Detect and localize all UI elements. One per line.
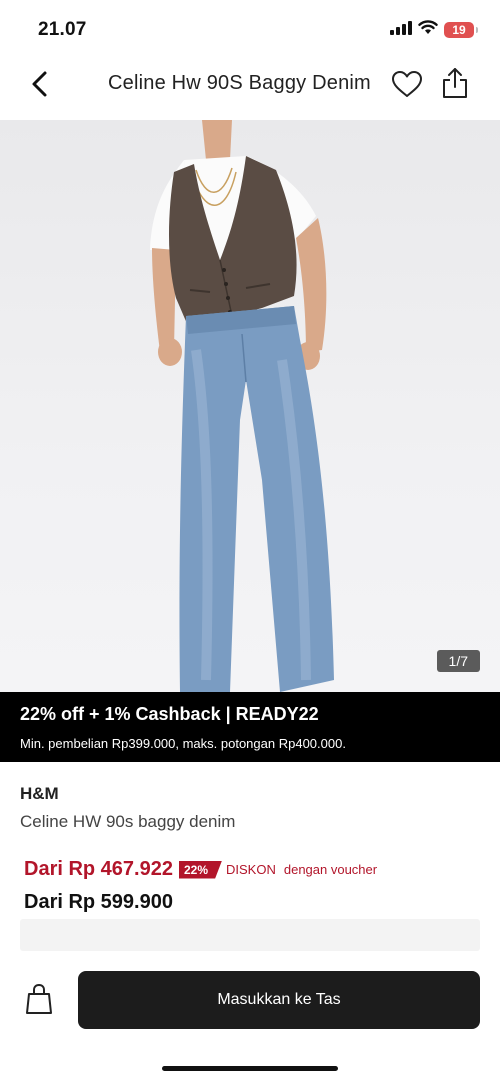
chevron-left-icon — [30, 70, 50, 103]
share-button[interactable] — [437, 66, 473, 104]
back-button[interactable] — [22, 68, 58, 104]
app-header: Celine Hw 90S Baggy Denim — [0, 56, 500, 120]
status-time: 21.07 — [38, 19, 87, 40]
home-indicator[interactable] — [162, 1066, 338, 1071]
discount-label: DISKON — [226, 862, 276, 877]
page-title: Celine Hw 90S Baggy Denim — [108, 72, 371, 94]
regular-price: Dari Rp 599.900 — [24, 891, 173, 913]
voucher-label: dengan voucher — [283, 862, 378, 877]
product-name: Celine HW 90s baggy denim — [20, 812, 236, 831]
status-icons: 19 — [390, 20, 478, 40]
sale-price: Dari Rp 467.922 — [24, 858, 173, 880]
cellular-signal-icon — [390, 20, 412, 40]
shopping-bag-icon — [25, 983, 53, 1020]
wifi-icon — [418, 20, 438, 40]
add-to-bag-button[interactable]: Masukkan ke Tas — [78, 971, 480, 1029]
info-bar — [20, 919, 480, 951]
brand-name: H&M — [20, 784, 59, 803]
sale-price-row: Dari Rp 467.922 22% DISKON dengan vouche… — [24, 858, 377, 881]
image-counter: 1/7 — [436, 650, 480, 672]
promo-terms: Min. pembelian Rp399.000, maks. potongan… — [20, 736, 346, 751]
status-bar: 21.07 19 — [0, 0, 500, 56]
battery-level: 19 — [452, 23, 466, 37]
product-image-gallery[interactable]: 1/7 — [0, 120, 500, 692]
promo-banner[interactable]: 22% off + 1% Cashback | READY22 Min. pem… — [0, 692, 500, 762]
promo-title: 22% off + 1% Cashback | READY22 — [20, 704, 319, 724]
battery-icon: 19 — [444, 22, 478, 38]
favorite-button[interactable] — [388, 68, 426, 104]
heart-icon — [391, 70, 423, 103]
discount-badge: 22% — [178, 860, 223, 879]
share-icon — [441, 67, 469, 104]
shopping-bag-button[interactable] — [22, 983, 56, 1019]
product-photo — [150, 120, 334, 692]
